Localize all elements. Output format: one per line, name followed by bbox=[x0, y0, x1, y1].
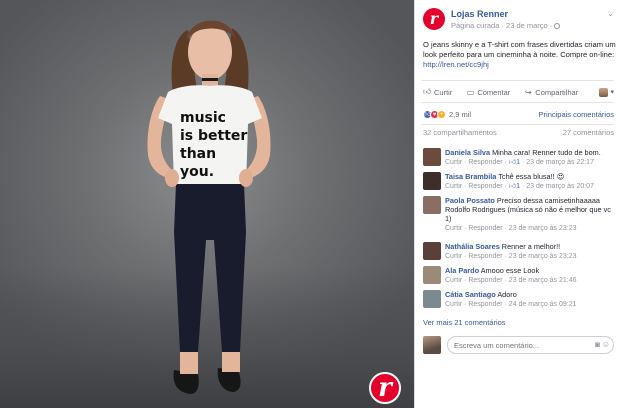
share-icon: ↪ bbox=[524, 87, 532, 97]
shirt-text-line-3: than bbox=[180, 146, 216, 162]
comment-button[interactable]: ▭ Comentar bbox=[466, 87, 511, 97]
commenter-avatar[interactable] bbox=[423, 172, 441, 190]
share-label: Compartilhar bbox=[535, 87, 579, 97]
comment-time[interactable]: 23 de março às 21:46 bbox=[509, 277, 577, 284]
page-avatar[interactable]: r bbox=[423, 8, 445, 30]
commenter-avatar[interactable] bbox=[423, 148, 441, 166]
globe-icon bbox=[554, 23, 561, 29]
comment-time[interactable]: · 23 de março às 20:07 bbox=[520, 183, 594, 190]
like-label: Curtir bbox=[434, 87, 453, 97]
commenter-avatar[interactable] bbox=[423, 266, 441, 284]
comment-time[interactable]: 24 de março às 09:21 bbox=[509, 301, 577, 308]
post-caption: O jeans skinny e a T-shirt com frases di… bbox=[423, 40, 617, 70]
share-button[interactable]: ↪ Compartilhar bbox=[524, 88, 578, 97]
post-panel: r Lojas Renner Página curada · 23 de mar… bbox=[414, 0, 620, 408]
comment-reply-actions[interactable]: Curtir · Responder · bbox=[445, 183, 509, 190]
comment-text: Adoro bbox=[497, 290, 517, 299]
shares-count[interactable]: 32 compartilhamentos bbox=[423, 128, 497, 140]
commenter-name[interactable]: Ala Pardo bbox=[445, 266, 479, 275]
user-avatar-small bbox=[599, 87, 609, 97]
view-more-comments-link[interactable]: Ver mais 21 comentários bbox=[423, 318, 506, 327]
page-name-link[interactable]: Lojas Renner bbox=[451, 9, 508, 19]
emoji-icon[interactable]: ☺ bbox=[602, 340, 610, 349]
comment-meta: Curtir · Responder · 24 de março às 09:2… bbox=[445, 300, 614, 309]
caret-down-icon: ▾ bbox=[610, 89, 614, 96]
comment-text: Renner a melhor!! bbox=[501, 242, 561, 251]
comment-reply-actions[interactable]: Curtir · Responder · bbox=[445, 253, 509, 260]
post-link[interactable]: http://lren.net/cc9jhj bbox=[423, 60, 489, 69]
post-as-selector[interactable]: ▾ bbox=[599, 87, 614, 97]
commenter-name[interactable]: Paola Possato bbox=[445, 196, 495, 205]
comment-reply-actions[interactable]: Curtir · Responder · bbox=[445, 159, 509, 166]
like-button[interactable]: 👍︎ Curtir bbox=[423, 87, 452, 97]
shirt-text-line-2: is better bbox=[180, 128, 247, 144]
comment-reply-actions[interactable]: Curtir · Responder · bbox=[445, 277, 509, 284]
comment-text: Tchê essa blusa!! 😍 bbox=[498, 172, 565, 181]
shirt-text-line-4: you. bbox=[180, 164, 214, 180]
thumbs-up-icon: 👍︎ bbox=[423, 87, 432, 96]
commenter-name[interactable]: Cátia Santiago bbox=[445, 290, 496, 299]
comment-label: Comentar bbox=[477, 87, 511, 97]
commenter-avatar[interactable] bbox=[423, 290, 441, 308]
comment-time[interactable]: · 23 de março às 22:17 bbox=[520, 159, 594, 166]
comment-time[interactable]: 23 de março às 23:23 bbox=[509, 253, 577, 260]
comment-icon: ▭ bbox=[466, 87, 475, 97]
post-meta-text: Página curada · 23 de março · bbox=[451, 21, 553, 30]
divider bbox=[421, 102, 614, 103]
model-figure: music is better than you. bbox=[147, 20, 271, 394]
comments-count[interactable]: 27 comentários bbox=[563, 128, 614, 140]
comment-time[interactable]: 23 de março às 23:23 bbox=[509, 225, 577, 232]
comment-composer: ◙ ☺ bbox=[423, 336, 614, 354]
comment-text: Minha cara! Renner tudo de bom. bbox=[492, 148, 601, 157]
commenter-name[interactable]: Taisa Brambila bbox=[445, 172, 496, 181]
reactions-count[interactable]: 2,9 mil bbox=[449, 110, 471, 119]
camera-icon[interactable]: ◙ bbox=[595, 340, 600, 349]
post-actions: 👍︎ Curtir ▭ Comentar ↪ Compartilhar ▾ bbox=[423, 85, 614, 99]
divider bbox=[421, 124, 614, 125]
renner-watermark-logo: r bbox=[369, 372, 401, 404]
current-user-avatar bbox=[423, 336, 441, 354]
comment-text: Amooo esse Look bbox=[480, 266, 540, 275]
comment-reply-actions[interactable]: Curtir · Responder · bbox=[445, 225, 509, 232]
comment-input[interactable] bbox=[447, 336, 614, 354]
comment-meta: Curtir · Responder · 👍︎1 · 23 de março à… bbox=[445, 158, 614, 167]
comment-meta: Curtir · Responder · 23 de março às 23:2… bbox=[445, 252, 614, 261]
divider bbox=[421, 80, 614, 81]
comment-order-selector[interactable]: Principais comentários bbox=[539, 110, 614, 119]
comment-meta: Curtir · Responder · 23 de março às 21:4… bbox=[445, 276, 614, 285]
comment-meta: Curtir · Responder · 23 de março às 23:2… bbox=[445, 224, 614, 233]
chevron-down-icon[interactable]: ⌄ bbox=[607, 9, 614, 18]
post-header: r Lojas Renner Página curada · 23 de mar… bbox=[423, 6, 614, 32]
commenter-name[interactable]: Daniela Silva bbox=[445, 148, 490, 157]
post-photo[interactable]: music is better than you. r bbox=[0, 0, 414, 408]
commenter-name[interactable]: Nathália Soares bbox=[445, 242, 500, 251]
commenter-avatar[interactable] bbox=[423, 196, 441, 214]
wow-reaction-icon[interactable]: • bbox=[437, 109, 446, 119]
shirt-text-line-1: music bbox=[180, 110, 226, 126]
post-meta: Página curada · 23 de março · bbox=[451, 21, 561, 30]
comment-meta: Curtir · Responder · 👍︎1 · 23 de março à… bbox=[445, 182, 614, 191]
engagement-counts: 32 compartilhamentos 27 comentários bbox=[423, 128, 614, 140]
commenter-avatar[interactable] bbox=[423, 242, 441, 260]
post-caption-text: O jeans skinny e a T-shirt com frases di… bbox=[423, 40, 616, 59]
reactions-summary: 👍︎ ♥ • 2,9 mil Principais comentários bbox=[423, 107, 614, 121]
comment-reply-actions[interactable]: Curtir · Responder · bbox=[445, 301, 509, 308]
